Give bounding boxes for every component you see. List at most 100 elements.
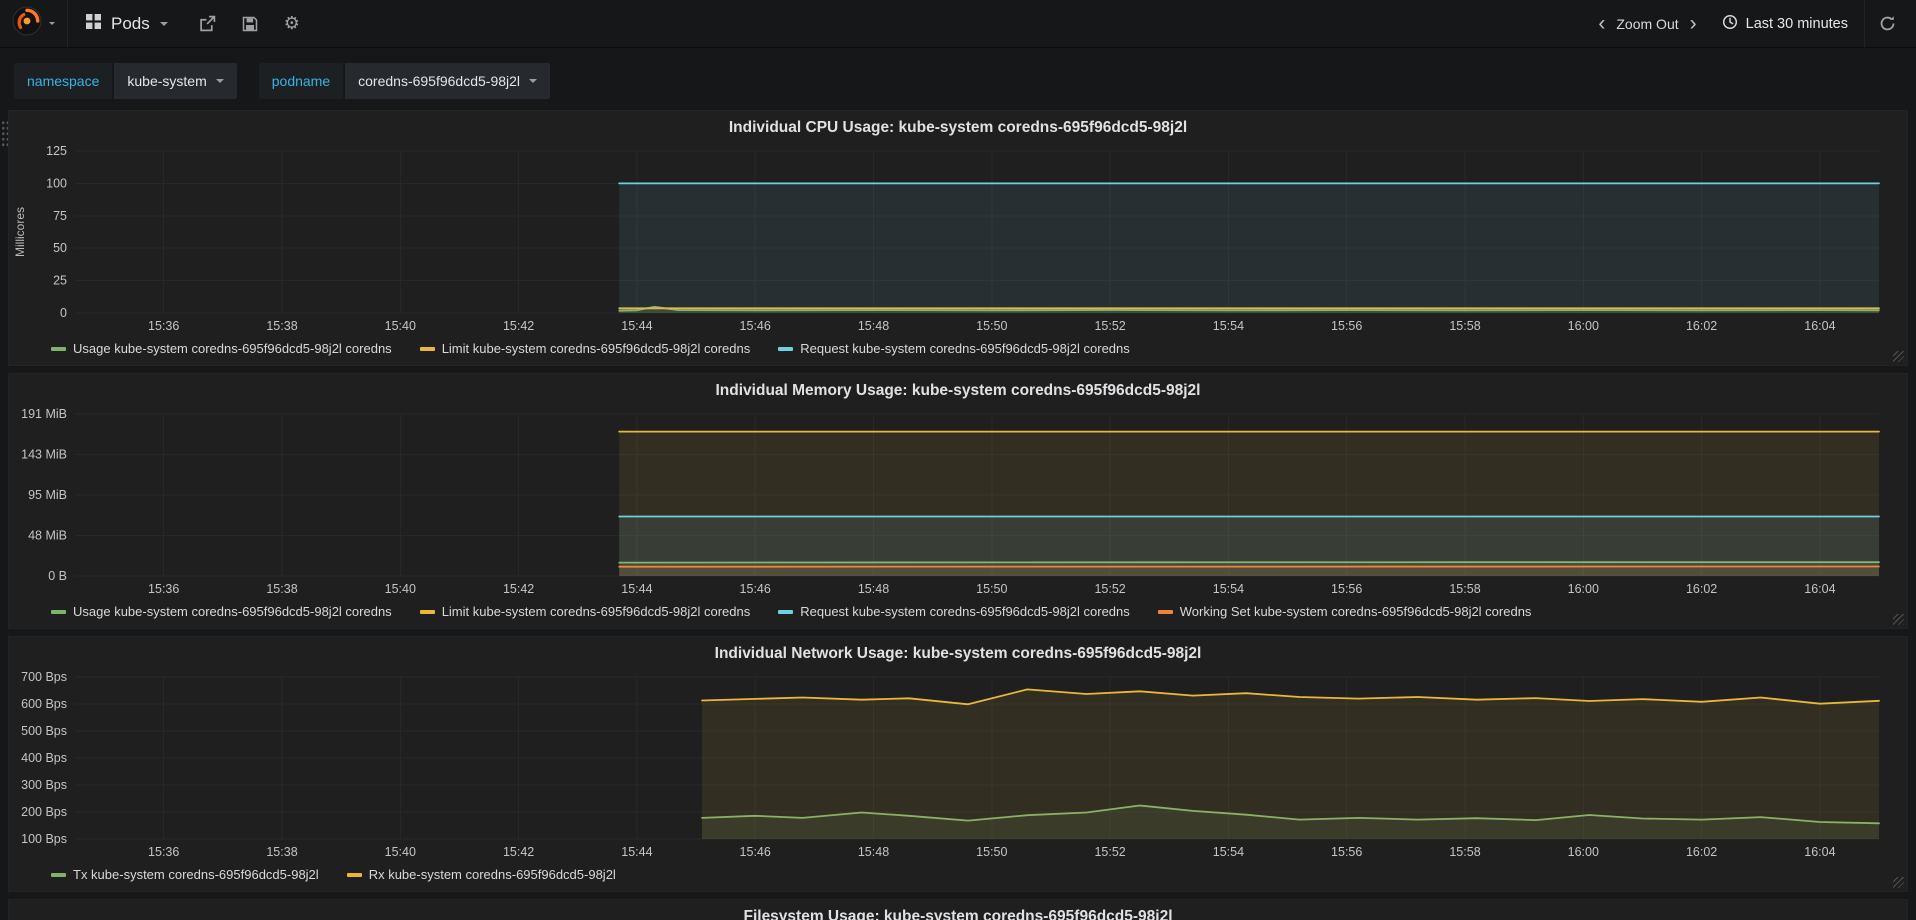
svg-text:16:04: 16:04 — [1804, 582, 1835, 596]
legend-item[interactable]: Limit kube-system coredns-695f96dcd5-98j… — [419, 604, 750, 619]
refresh-button[interactable] — [1864, 0, 1900, 47]
svg-text:15:50: 15:50 — [976, 845, 1007, 859]
time-range-picker[interactable]: Last 30 minutes — [1706, 0, 1864, 47]
legend-item[interactable]: Working Set kube-system coredns-695f96dc… — [1157, 604, 1531, 619]
gear-icon: ⚙ — [283, 13, 300, 33]
share-icon — [200, 15, 216, 32]
chart-canvas[interactable]: 0 B 48 MiB 95 MiB 143 MiB 191 MiB 15:36 15:38 1… — [9, 406, 1907, 602]
variable-namespace: namespace kube-system — [14, 63, 237, 99]
time-shift-back-button[interactable]: ‹ — [1589, 13, 1614, 34]
legend-series-color — [1157, 609, 1173, 614]
time-shift-forward-button[interactable]: › — [1681, 13, 1706, 34]
svg-text:15:52: 15:52 — [1094, 582, 1125, 596]
svg-text:15:56: 15:56 — [1331, 319, 1362, 333]
legend-series-color — [778, 609, 794, 614]
svg-text:95 MiB: 95 MiB — [28, 488, 67, 502]
panel-filesystem-usage: Filesystem Usage: kube-system coredns-69… — [8, 899, 1908, 920]
svg-text:600 Bps: 600 Bps — [21, 697, 67, 711]
chart-canvas[interactable]: 100 Bps 200 Bps 300 Bps 400 Bps 500 Bps 600 B… — [9, 669, 1907, 865]
legend-item[interactable]: Usage kube-system coredns-695f96dcd5-98j… — [51, 341, 392, 356]
svg-text:15:38: 15:38 — [266, 845, 297, 859]
panel-title-filesystem[interactable]: Filesystem Usage: kube-system coredns-69… — [9, 900, 1907, 920]
zoom-out-button[interactable]: Zoom Out — [1614, 16, 1680, 32]
panel-resize-handle[interactable] — [1893, 877, 1904, 888]
namespace-dropdown[interactable]: kube-system — [114, 63, 237, 99]
memory-usage-legend: Usage kube-system coredns-695f96dcd5-98j… — [9, 602, 1907, 628]
legend-series-color — [51, 609, 66, 614]
settings-button[interactable]: ⚙ — [271, 0, 313, 47]
svg-text:15:48: 15:48 — [858, 845, 889, 859]
save-button[interactable] — [229, 0, 271, 47]
memory-usage-chart[interactable]: 0 B 48 MiB 95 MiB 143 MiB 191 MiB 15:36 15:38 1… — [9, 406, 1907, 602]
svg-text:Millicores: Millicores — [13, 207, 27, 257]
panel-title-memory[interactable]: Individual Memory Usage: kube-system cor… — [9, 374, 1907, 406]
svg-text:15:46: 15:46 — [740, 845, 771, 859]
podname-label[interactable]: podname — [258, 63, 344, 99]
namespace-label[interactable]: namespace — [14, 63, 113, 99]
panel-memory-usage: Individual Memory Usage: kube-system cor… — [8, 373, 1908, 629]
dashboard-picker[interactable]: Pods — [67, 0, 186, 47]
svg-text:16:02: 16:02 — [1686, 319, 1717, 333]
svg-text:15:40: 15:40 — [385, 845, 416, 859]
legend-series-name: Tx kube-system coredns-695f96dcd5-98j2l — [73, 867, 319, 882]
svg-text:15:54: 15:54 — [1213, 845, 1244, 859]
share-button[interactable] — [186, 0, 229, 47]
svg-text:15:50: 15:50 — [976, 319, 1007, 333]
svg-text:15:52: 15:52 — [1094, 319, 1125, 333]
svg-text:15:44: 15:44 — [621, 845, 652, 859]
svg-text:16:00: 16:00 — [1568, 582, 1599, 596]
svg-text:16:04: 16:04 — [1804, 845, 1835, 859]
grafana-logo-menu[interactable] — [8, 0, 67, 47]
svg-text:15:42: 15:42 — [503, 319, 534, 333]
svg-text:15:58: 15:58 — [1449, 845, 1480, 859]
svg-text:16:02: 16:02 — [1686, 582, 1717, 596]
legend-series-color — [51, 346, 66, 351]
svg-text:15:42: 15:42 — [503, 582, 534, 596]
legend-item[interactable]: Request kube-system coredns-695f96dcd5-9… — [778, 604, 1130, 619]
panel-resize-handle[interactable] — [1893, 351, 1904, 362]
svg-text:191 MiB: 191 MiB — [21, 407, 67, 421]
svg-text:15:54: 15:54 — [1213, 582, 1244, 596]
svg-text:16:00: 16:00 — [1568, 319, 1599, 333]
svg-text:15:46: 15:46 — [740, 319, 771, 333]
panel-title-network[interactable]: Individual Network Usage: kube-system co… — [9, 637, 1907, 669]
grafana-logo-icon — [12, 6, 42, 41]
legend-series-name: Usage kube-system coredns-695f96dcd5-98j… — [73, 604, 392, 619]
panel-title-cpu[interactable]: Individual CPU Usage: kube-system coredn… — [9, 111, 1907, 143]
svg-text:200 Bps: 200 Bps — [21, 805, 67, 819]
legend-series-name: Usage kube-system coredns-695f96dcd5-98j… — [73, 341, 392, 356]
network-usage-chart[interactable]: 100 Bps 200 Bps 300 Bps 400 Bps 500 Bps 600 B… — [9, 669, 1907, 865]
svg-text:143 MiB: 143 MiB — [21, 447, 67, 461]
svg-text:16:00: 16:00 — [1568, 845, 1599, 859]
apps-grid-icon — [86, 13, 101, 34]
svg-text:16:02: 16:02 — [1686, 845, 1717, 859]
podname-value: coredns-695f96dcd5-98j2l — [358, 73, 521, 89]
cpu-usage-chart[interactable]: 0 25 50 75 100 125 15:36 15:38 15:40 15:42 15:44 15… — [9, 143, 1907, 339]
legend-series-color — [51, 872, 66, 877]
legend-series-color — [778, 346, 794, 351]
legend-item[interactable]: Request kube-system coredns-695f96dcd5-9… — [778, 341, 1130, 356]
panel-resize-handle[interactable] — [1893, 614, 1904, 625]
legend-item[interactable]: Limit kube-system coredns-695f96dcd5-98j… — [419, 341, 750, 356]
legend-item[interactable]: Usage kube-system coredns-695f96dcd5-98j… — [51, 604, 392, 619]
svg-text:15:42: 15:42 — [503, 845, 534, 859]
svg-text:48 MiB: 48 MiB — [28, 529, 67, 543]
svg-text:15:38: 15:38 — [266, 319, 297, 333]
refresh-icon — [1880, 16, 1895, 31]
svg-text:15:36: 15:36 — [148, 845, 179, 859]
podname-dropdown[interactable]: coredns-695f96dcd5-98j2l — [345, 63, 551, 99]
dashboard-title: Pods — [111, 13, 150, 33]
svg-text:15:36: 15:36 — [148, 582, 179, 596]
svg-text:300 Bps: 300 Bps — [21, 778, 67, 792]
legend-item[interactable]: Tx kube-system coredns-695f96dcd5-98j2l — [51, 867, 319, 882]
svg-text:15:44: 15:44 — [621, 319, 652, 333]
legend-item[interactable]: Rx kube-system coredns-695f96dcd5-98j2l — [346, 867, 616, 882]
svg-text:15:50: 15:50 — [976, 582, 1007, 596]
legend-series-color — [419, 609, 435, 614]
template-variables-row: namespace kube-system podname coredns-69… — [0, 48, 1916, 110]
svg-text:0: 0 — [60, 306, 67, 320]
chart-canvas[interactable]: 0 25 50 75 100 125 15:36 15:38 15:40 15:42 15:44 15… — [9, 143, 1907, 339]
logo-caret-icon — [49, 22, 55, 25]
cpu-usage-legend: Usage kube-system coredns-695f96dcd5-98j… — [9, 339, 1907, 365]
svg-text:15:48: 15:48 — [858, 319, 889, 333]
